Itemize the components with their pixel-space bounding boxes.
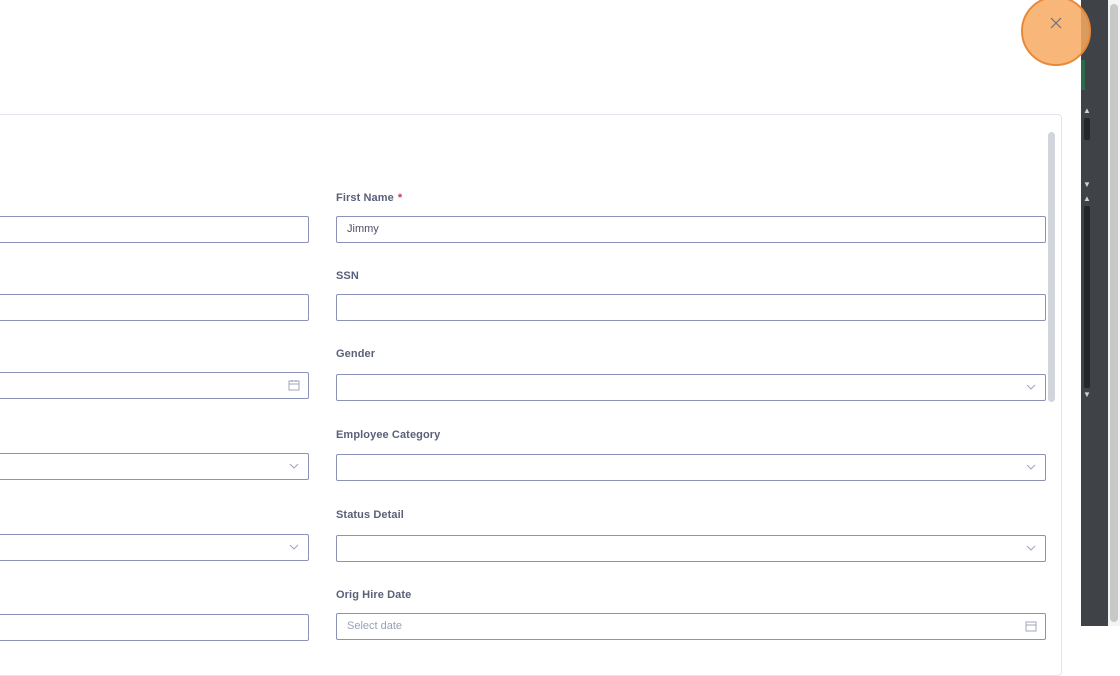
status-detail-label: Status Detail xyxy=(336,509,404,521)
mini-scroll-thumb-2 xyxy=(1084,206,1090,388)
calendar-icon xyxy=(1025,621,1037,632)
left-select-1[interactable] xyxy=(0,453,309,480)
chevron-down-icon xyxy=(289,463,299,469)
orig-hire-date-input[interactable]: Select date xyxy=(336,613,1046,640)
chevron-down-icon xyxy=(1026,384,1036,390)
orig-hire-date-placeholder: Select date xyxy=(347,620,403,632)
chevron-down-icon xyxy=(1026,545,1036,551)
mini-scroll-up-icon: ▲ xyxy=(1083,106,1091,115)
ssn-input[interactable] xyxy=(336,294,1046,321)
first-name-input[interactable]: Jimmy xyxy=(336,216,1046,243)
chevron-down-icon xyxy=(1026,464,1036,470)
left-field-6[interactable] xyxy=(0,614,309,641)
background-accent xyxy=(1081,60,1085,90)
form-scrollbar-thumb[interactable] xyxy=(1048,132,1055,402)
employee-category-select[interactable] xyxy=(336,454,1046,481)
chevron-down-icon xyxy=(289,544,299,550)
mini-scroll-down-icon-2: ▼ xyxy=(1083,390,1091,399)
left-select-2[interactable] xyxy=(0,534,309,561)
close-icon xyxy=(1050,17,1062,29)
required-mark: * xyxy=(397,192,403,204)
gender-label: Gender xyxy=(336,348,376,360)
mini-scroll-up-icon-2: ▲ xyxy=(1083,194,1091,203)
birth-date-field[interactable] xyxy=(0,372,309,399)
close-button[interactable] xyxy=(1045,12,1067,34)
first-name-label: First Name * xyxy=(336,192,403,204)
page-scrollbar-thumb[interactable] xyxy=(1110,4,1118,622)
last-name-field[interactable] xyxy=(0,216,309,243)
calendar-icon xyxy=(288,380,300,391)
mini-scroll-thumb xyxy=(1084,118,1090,140)
status-detail-select[interactable] xyxy=(336,535,1046,562)
ssn-label: SSN xyxy=(336,270,359,282)
orig-hire-date-label: Orig Hire Date xyxy=(336,589,412,601)
middle-name-field[interactable] xyxy=(0,294,309,321)
employee-category-label: Employee Category xyxy=(336,429,441,441)
mini-scroll-down-icon: ▼ xyxy=(1083,180,1091,189)
gender-select[interactable] xyxy=(336,374,1046,401)
